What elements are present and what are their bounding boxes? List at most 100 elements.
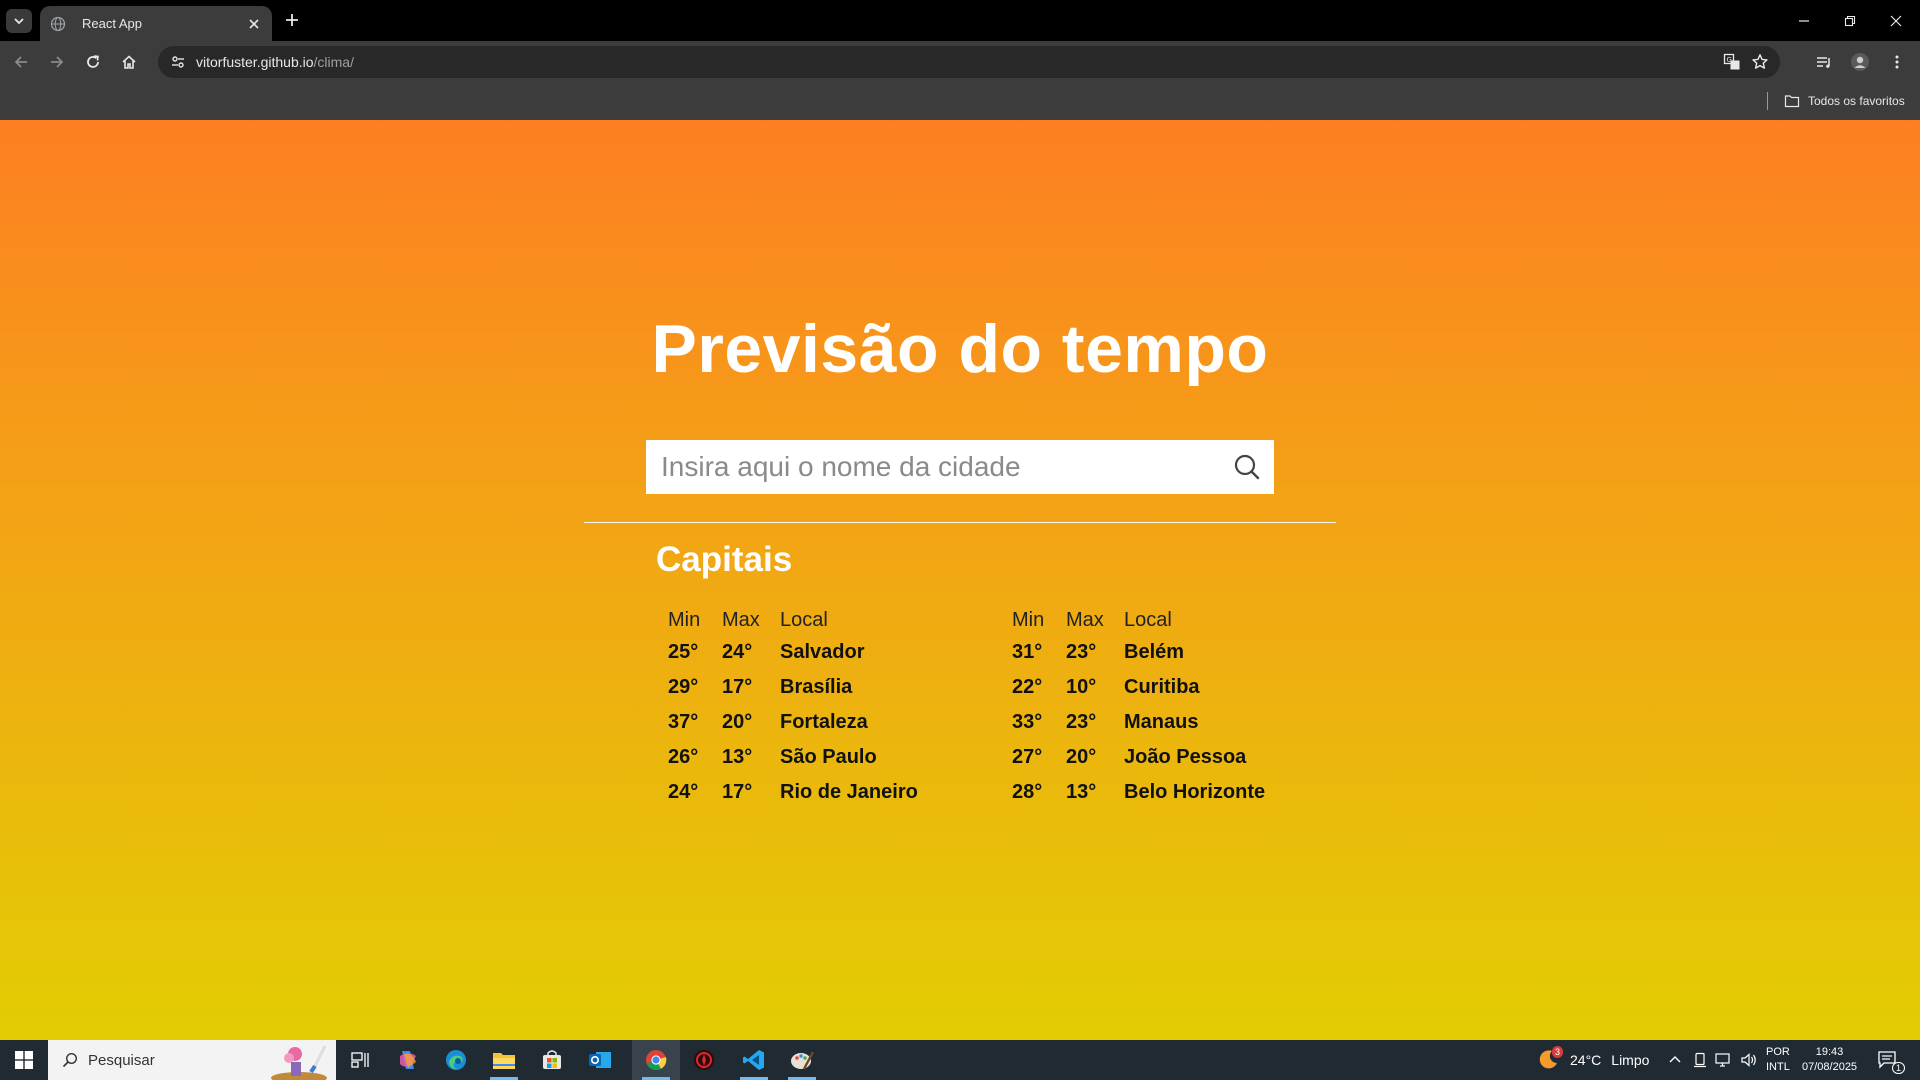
table-row: 31° 23° Belém bbox=[1012, 635, 1354, 670]
star-icon[interactable] bbox=[1746, 48, 1774, 76]
notifications-button[interactable]: 1 bbox=[1878, 1040, 1906, 1080]
language-indicator[interactable]: POR INTL bbox=[1766, 1040, 1790, 1080]
store-app[interactable] bbox=[528, 1040, 576, 1080]
outlook-app[interactable] bbox=[576, 1040, 624, 1080]
chrome-app[interactable] bbox=[632, 1040, 680, 1080]
taskbar-search[interactable]: Pesquisar bbox=[48, 1040, 336, 1080]
table-row: 25° 24° Salvador bbox=[668, 635, 1010, 670]
translate-icon[interactable]: G bbox=[1718, 48, 1746, 76]
capitals-title: Capitais bbox=[656, 540, 793, 579]
tab-title: React App bbox=[82, 16, 142, 31]
capitals-table-left: Min Max Local 25° 24° Salvador 29° 17° B… bbox=[668, 605, 1010, 810]
max-temp: 17° bbox=[722, 781, 753, 803]
network-icon bbox=[1715, 1053, 1730, 1067]
minimize-button[interactable] bbox=[1781, 0, 1827, 41]
clock-time: 19:43 bbox=[1815, 1046, 1844, 1058]
city-search bbox=[646, 440, 1274, 494]
header-local: Local bbox=[780, 608, 828, 631]
city-name: São Paulo bbox=[780, 746, 877, 768]
address-bar[interactable]: vitorfuster.github.io/clima/ G bbox=[158, 46, 1780, 78]
clock[interactable]: 19:43 07/08/2025 bbox=[1802, 1040, 1857, 1080]
browser-toolbar: vitorfuster.github.io/clima/ G bbox=[0, 41, 1920, 82]
max-temp: 13° bbox=[722, 746, 753, 768]
restore-button[interactable] bbox=[1827, 0, 1873, 41]
table-row: 29° 17° Brasília bbox=[668, 670, 1010, 705]
search-button[interactable] bbox=[1220, 440, 1274, 494]
tune-icon[interactable] bbox=[162, 46, 194, 78]
device-tray-icon[interactable] bbox=[1692, 1040, 1708, 1080]
max-temp: 24° bbox=[722, 641, 753, 663]
menu-button[interactable] bbox=[1883, 48, 1911, 76]
language-line2: INTL bbox=[1766, 1061, 1790, 1073]
speaker-icon bbox=[1741, 1053, 1756, 1067]
clock-date: 07/08/2025 bbox=[1802, 1061, 1858, 1073]
device-icon bbox=[1694, 1052, 1706, 1068]
show-hidden-icons-button[interactable] bbox=[1668, 1040, 1682, 1080]
network-tray-icon[interactable] bbox=[1715, 1040, 1733, 1080]
paint-palette-icon bbox=[791, 1051, 814, 1070]
header-max: Max bbox=[1066, 608, 1104, 631]
bookmarks-bar: Todos os favoritos bbox=[0, 82, 1920, 120]
header-max: Max bbox=[722, 608, 760, 631]
close-icon[interactable] bbox=[246, 16, 262, 32]
city-name: Brasília bbox=[780, 676, 853, 698]
edge-app[interactable] bbox=[432, 1040, 480, 1080]
profile-button[interactable] bbox=[1846, 48, 1874, 76]
table-row: 24° 17° Rio de Janeiro bbox=[668, 775, 1010, 810]
city-name: Belo Horizonte bbox=[1124, 781, 1266, 803]
min-temp: 37° bbox=[668, 711, 699, 733]
city-name: Rio de Janeiro bbox=[780, 781, 918, 803]
tab-search-button[interactable] bbox=[6, 9, 32, 33]
arrow-right-icon bbox=[51, 56, 64, 68]
city-name: Belém bbox=[1124, 641, 1185, 663]
close-window-button[interactable] bbox=[1873, 0, 1919, 41]
search-icon bbox=[62, 1052, 78, 1068]
all-bookmarks-label: Todos os favoritos bbox=[1808, 94, 1905, 108]
edge-icon bbox=[446, 1050, 466, 1070]
media-queue-icon[interactable] bbox=[1810, 48, 1838, 76]
shield-icon bbox=[694, 1050, 714, 1070]
table-row: 27° 20° João Pessoa bbox=[1012, 740, 1354, 775]
min-temp: 27° bbox=[1012, 746, 1043, 768]
min-temp: 28° bbox=[1012, 781, 1043, 803]
back-button[interactable] bbox=[8, 49, 34, 75]
bookmarks-separator bbox=[1767, 92, 1768, 110]
max-temp: 23° bbox=[1066, 711, 1097, 733]
start-button[interactable] bbox=[0, 1040, 48, 1080]
home-button[interactable] bbox=[116, 49, 142, 75]
max-temp: 23° bbox=[1066, 641, 1097, 663]
close-icon bbox=[1890, 15, 1902, 26]
section-divider bbox=[584, 522, 1336, 523]
store-icon bbox=[543, 1050, 561, 1069]
volume-tray-icon[interactable] bbox=[1740, 1040, 1758, 1080]
table-header-row: Min Max Local bbox=[1012, 605, 1354, 635]
capitals-table-right: Min Max Local 31° 23° Belém 22° 10° Curi… bbox=[1012, 605, 1354, 810]
tab-react-app[interactable]: React App bbox=[40, 6, 272, 41]
table-row: 37° 20° Fortaleza bbox=[668, 705, 1010, 740]
weather-desc: Limpo bbox=[1611, 1052, 1650, 1068]
weather-widget[interactable]: 3 24°C Limpo bbox=[1536, 1040, 1649, 1080]
file-explorer-app[interactable] bbox=[480, 1040, 528, 1080]
table-row: 26° 13° São Paulo bbox=[668, 740, 1010, 775]
restore-icon bbox=[1844, 15, 1856, 26]
paint-app[interactable] bbox=[778, 1040, 826, 1080]
new-tab-button[interactable] bbox=[281, 9, 303, 31]
task-view-button[interactable] bbox=[336, 1040, 384, 1080]
city-search-input[interactable] bbox=[646, 440, 1220, 494]
antivirus-app[interactable] bbox=[680, 1040, 728, 1080]
page-title: Previsão do tempo bbox=[651, 311, 1269, 387]
folder-icon bbox=[493, 1053, 515, 1069]
max-temp: 20° bbox=[1066, 746, 1097, 768]
profile-icon bbox=[1851, 53, 1869, 71]
city-name: Curitiba bbox=[1124, 676, 1200, 698]
forward-button[interactable] bbox=[44, 49, 70, 75]
reload-button[interactable] bbox=[80, 49, 106, 75]
all-bookmarks-button[interactable]: Todos os favoritos bbox=[1784, 90, 1905, 112]
max-temp: 13° bbox=[1066, 781, 1097, 803]
outlook-icon bbox=[589, 1052, 611, 1068]
min-temp: 24° bbox=[668, 781, 699, 803]
vscode-app[interactable] bbox=[730, 1040, 778, 1080]
table-row: 33° 23° Manaus bbox=[1012, 705, 1354, 740]
vscode-icon bbox=[743, 1050, 764, 1070]
copilot-app[interactable] bbox=[384, 1040, 432, 1080]
